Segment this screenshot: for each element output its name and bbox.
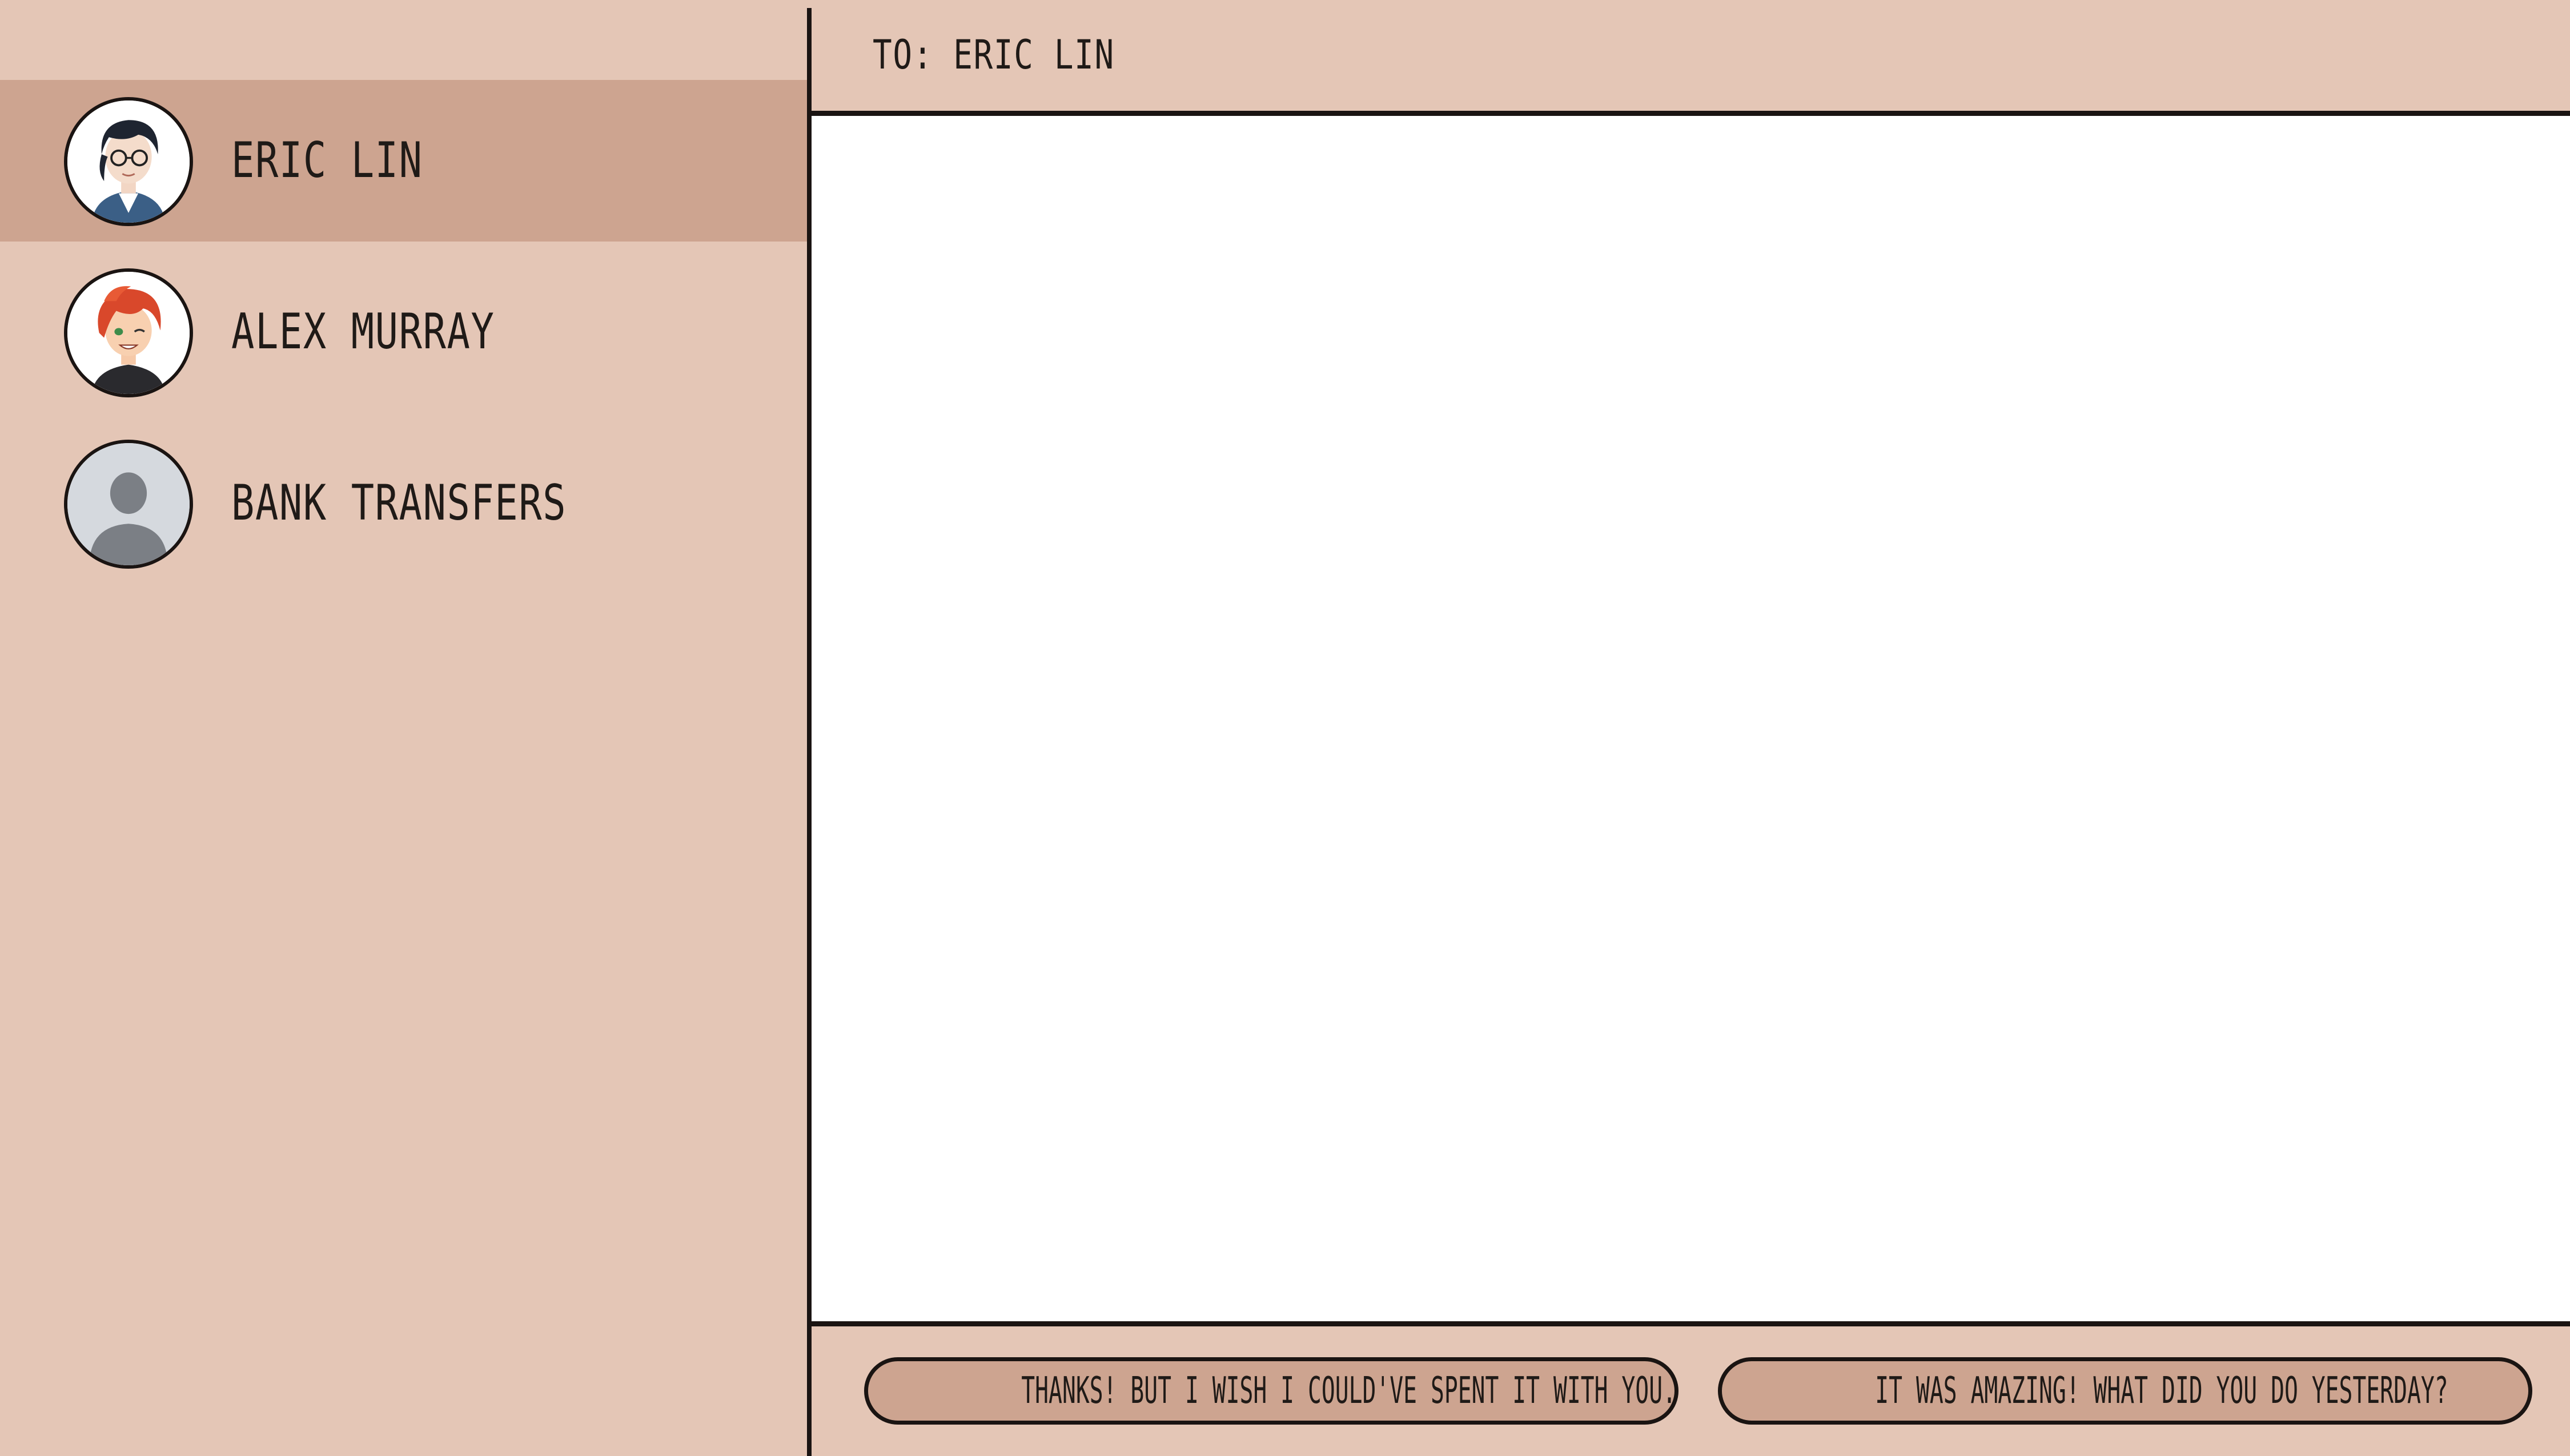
vertical-divider xyxy=(807,8,812,1456)
contact-alex-murray[interactable]: ALEX MURRAY xyxy=(0,251,810,413)
default-user-icon xyxy=(67,443,190,565)
conversation-header: TO: ERIC LIN xyxy=(812,0,2570,111)
recipient-label: TO: ERIC LIN xyxy=(873,31,1115,78)
character-portrait-icon xyxy=(67,272,190,394)
messenger-app: ERIC LIN ALEX MURRAY BANK TRANSFERS TO: … xyxy=(0,0,2570,1456)
contact-name: ALEX MURRAY xyxy=(231,303,495,360)
avatar-eric-lin xyxy=(64,97,193,226)
contact-name: BANK TRANSFERS xyxy=(231,474,567,532)
character-portrait-icon xyxy=(67,100,190,223)
message-area[interactable] xyxy=(812,111,2570,1326)
contact-name: ERIC LIN xyxy=(231,132,423,189)
reply-options-bar: THANKS! BUT I WISH I COULD'VE SPENT IT W… xyxy=(812,1326,2570,1456)
avatar-bank-transfers xyxy=(64,440,193,569)
contact-eric-lin[interactable]: ERIC LIN xyxy=(0,80,810,242)
reply-option-label: IT WAS AMAZING! WHAT DID YOU DO YESTERDA… xyxy=(1875,1370,2448,1412)
avatar-alex-murray xyxy=(64,268,193,397)
contact-sidebar: ERIC LIN ALEX MURRAY BANK TRANSFERS xyxy=(0,0,810,1456)
reply-option-button[interactable]: THANKS! BUT I WISH I COULD'VE SPENT IT W… xyxy=(864,1357,1678,1425)
reply-option-button[interactable]: IT WAS AMAZING! WHAT DID YOU DO YESTERDA… xyxy=(1718,1357,2532,1425)
contact-bank-transfers[interactable]: BANK TRANSFERS xyxy=(0,423,810,584)
reply-option-label: THANKS! BUT I WISH I COULD'VE SPENT IT W… xyxy=(1021,1370,1678,1412)
